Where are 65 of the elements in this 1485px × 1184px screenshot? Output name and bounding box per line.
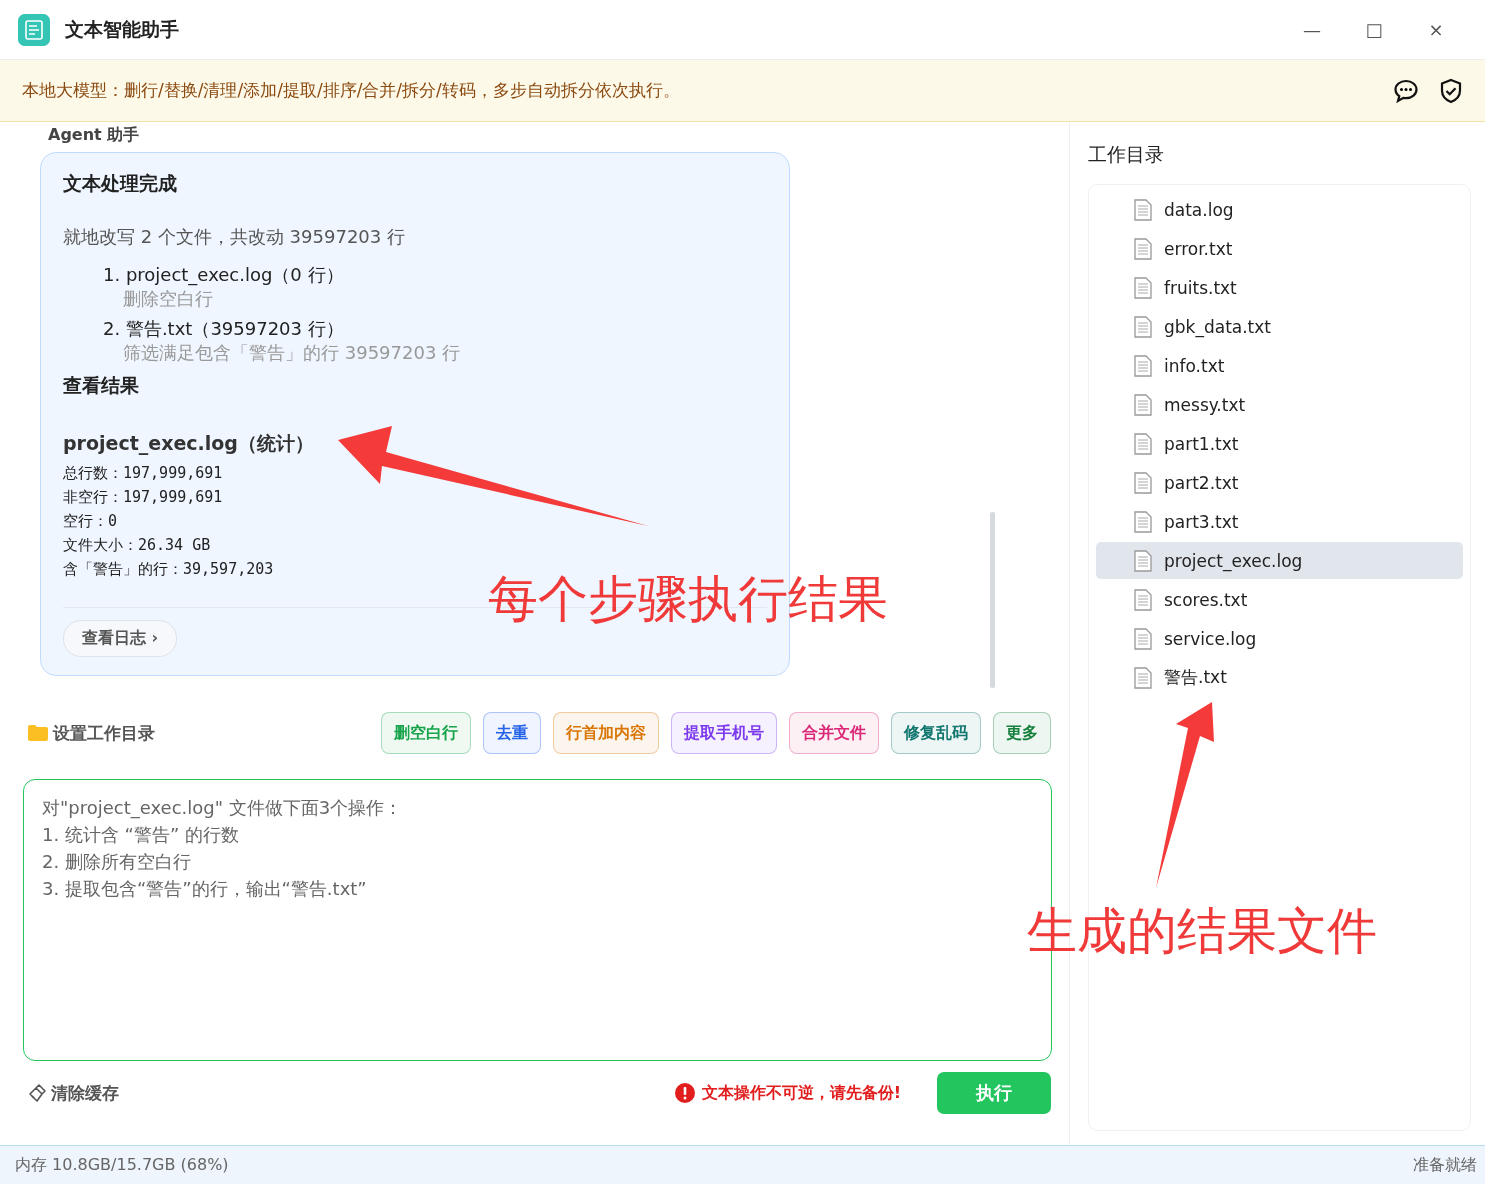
warning-icon — [673, 1082, 696, 1104]
file-item[interactable]: scores.txt — [1096, 581, 1463, 618]
set-workdir-button[interactable]: 设置工作目录 — [27, 721, 155, 745]
notice-text: 本地大模型：删行/替换/清理/添加/提取/排序/合并/拆分/转码，多步自动拆分依次执行。 — [22, 79, 681, 102]
annotation-text: 每个步骤执行结果 — [488, 569, 888, 630]
file-item[interactable]: service.log — [1096, 620, 1463, 657]
stat-line: 总行数：197,999,691 — [63, 463, 224, 484]
message-title: 文本处理完成 — [63, 171, 177, 196]
maximize-button[interactable]: □ — [1343, 19, 1405, 40]
file-item[interactable]: part2.txt — [1096, 464, 1463, 501]
file-item[interactable]: project_exec.log — [1096, 542, 1463, 579]
file-item[interactable]: 警告.txt — [1096, 659, 1463, 696]
warning-text: 文本操作不可逆，请先备份! — [701, 1082, 901, 1104]
file-icon — [1134, 666, 1152, 689]
quick-action-chip[interactable]: 合并文件 — [789, 712, 879, 754]
file-entry: 2. 警告.txt（39597203 行） — [103, 317, 345, 341]
stat-line: 文件大小：26.34 GB — [63, 535, 212, 556]
close-button[interactable]: × — [1405, 19, 1467, 40]
quick-action-chip[interactable]: 更多 — [993, 712, 1051, 754]
view-log-button[interactable]: 查看日志 › — [63, 620, 178, 657]
stats-title: project_exec.log（统计） — [63, 431, 315, 457]
file-icon — [1134, 393, 1152, 416]
scrollbar[interactable] — [990, 512, 995, 688]
file-icon — [1134, 354, 1152, 377]
memory-usage: 内存 10.8GB/15.7GB (68%) — [15, 1154, 229, 1176]
window-title: 文本智能助手 — [65, 16, 180, 42]
file-item[interactable]: messy.txt — [1096, 386, 1463, 423]
file-icon — [1134, 588, 1152, 611]
file-icon — [1134, 276, 1152, 299]
file-icon — [1134, 237, 1152, 260]
stat-line: 含「警告」的行：39,597,203 — [63, 559, 275, 580]
status-text: 准备就绪 — [1413, 1154, 1477, 1176]
app-logo-icon — [18, 13, 50, 46]
section-heading: 查看结果 — [63, 373, 139, 398]
file-item[interactable]: gbk_data.txt — [1096, 308, 1463, 345]
file-icon — [1134, 549, 1152, 572]
stat-line: 非空行：197,999,691 — [63, 487, 224, 508]
panel-title: 工作目录 — [1088, 142, 1165, 167]
file-icon — [1134, 198, 1152, 221]
clear-cache-button[interactable]: 清除缓存 — [27, 1081, 119, 1105]
file-icon — [1134, 510, 1152, 533]
sender-label: Agent 助手 — [48, 125, 140, 146]
file-icon — [1134, 627, 1152, 650]
file-detail: 删除空白行 — [123, 287, 214, 311]
file-detail: 筛选满足包含「警告」的行 39597203 行 — [123, 341, 462, 365]
file-entry: 1. project_exec.log（0 行） — [103, 263, 345, 287]
file-item[interactable]: part3.txt — [1096, 503, 1463, 540]
file-item[interactable]: part1.txt — [1096, 425, 1463, 462]
quick-action-chip[interactable]: 去重 — [483, 712, 541, 754]
file-item[interactable]: info.txt — [1096, 347, 1463, 384]
file-icon — [1134, 432, 1152, 455]
file-item[interactable]: fruits.txt — [1096, 269, 1463, 306]
file-icon — [1134, 315, 1152, 338]
file-icon — [1134, 471, 1152, 494]
shield-check-icon[interactable] — [1439, 77, 1463, 104]
summary-text: 就地改写 2 个文件，共改动 39597203 行 — [63, 225, 406, 249]
quick-action-chip[interactable]: 提取手机号 — [671, 712, 777, 754]
chat-icon[interactable] — [1393, 77, 1419, 104]
broom-icon — [27, 1083, 47, 1103]
stat-line: 空行：0 — [63, 511, 119, 532]
file-item[interactable]: data.log — [1096, 191, 1463, 228]
quick-action-chip[interactable]: 修复乱码 — [891, 712, 981, 754]
folder-icon — [27, 724, 49, 742]
file-item[interactable]: error.txt — [1096, 230, 1463, 267]
minimize-button[interactable]: — — [1281, 19, 1343, 40]
